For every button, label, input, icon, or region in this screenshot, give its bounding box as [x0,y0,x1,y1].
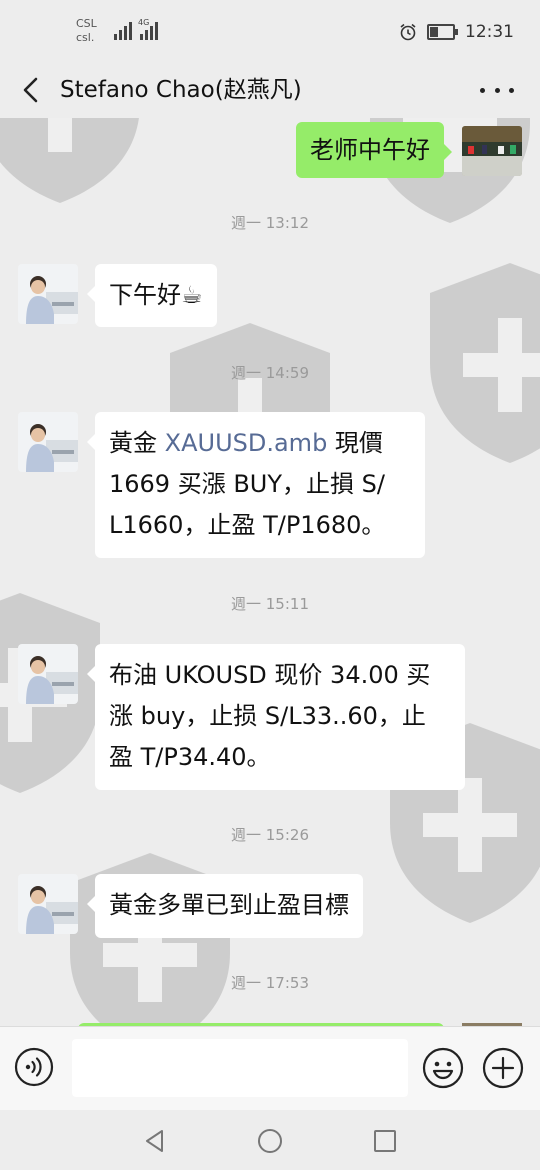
timestamp: 週一 15:26 [231,826,309,844]
home-circle-icon[interactable] [257,1128,283,1154]
message-line: 盈 T/P34.40。 [109,743,271,771]
message-line: 涨 buy，止损 S/L33..60，止 [109,702,426,730]
timestamp: 週一 13:12 [231,214,309,232]
message-text: 下午好☕ [109,281,203,309]
recents-square-icon[interactable] [372,1128,398,1154]
message-line: L1660，止盈 T/P1680。 [109,511,386,539]
emoji-icon[interactable] [422,1047,464,1089]
message-line: 1669 买漲 BUY，止損 S/ [109,470,385,498]
my-avatar[interactable] [462,126,522,176]
contact-avatar[interactable] [18,412,78,472]
received-message-bubble[interactable]: 黃金 XAUUSD.amb 現價 1669 买漲 BUY，止損 S/ L1660… [87,412,425,558]
back-triangle-icon[interactable] [142,1128,168,1154]
plus-icon[interactable] [482,1047,524,1089]
watermark-shield-icon [0,118,139,203]
carrier-label: CSL csl. [76,17,97,44]
alarm-icon [400,23,416,41]
timestamp: 週一 15:11 [231,595,309,613]
more-dots-icon[interactable] [480,78,514,102]
signal-icon [114,22,132,40]
chat-title[interactable]: Stefano Chao(赵燕凡) [60,74,302,106]
message-line: 黃金 XAUUSD.amb 現價 [109,429,383,457]
status-bar: CSL csl. 4G 12:31 [0,0,540,62]
voice-icon[interactable] [14,1047,54,1087]
battery-icon [427,24,458,40]
message-input-bar [0,1026,540,1111]
contact-avatar[interactable] [18,644,78,704]
signal-4g-icon: 4G [138,18,158,40]
message-text: 黃金多單已到止盈目標 [109,891,349,919]
received-message-bubble[interactable]: 黃金多單已到止盈目標 [87,874,363,938]
system-navigation-bar [0,1110,540,1170]
chevron-left-icon[interactable] [16,72,46,108]
message-input[interactable] [72,1039,408,1097]
sent-message-bubble[interactable]: 老师中午好 [296,122,452,178]
clock: 12:31 [465,22,514,42]
chat-header: Stefano Chao(赵燕凡) [0,62,540,118]
message-line: 布油 UKOUSD 现价 34.00 买 [109,661,431,689]
message-list[interactable]: 老师中午好 週一 13:12 下午好☕ 週一 14:59 黃金 XAUUSD.a… [0,118,540,1026]
timestamp: 週一 17:53 [231,974,309,992]
received-message-bubble[interactable]: 下午好☕ [87,264,217,327]
contact-avatar[interactable] [18,874,78,934]
symbol-link[interactable]: XAUUSD.amb [165,429,328,457]
timestamp: 週一 14:59 [231,364,309,382]
received-message-bubble[interactable]: 布油 UKOUSD 现价 34.00 买 涨 buy，止损 S/L33..60，… [87,644,465,790]
contact-avatar[interactable] [18,264,78,324]
message-text: 老师中午好 [310,136,430,164]
